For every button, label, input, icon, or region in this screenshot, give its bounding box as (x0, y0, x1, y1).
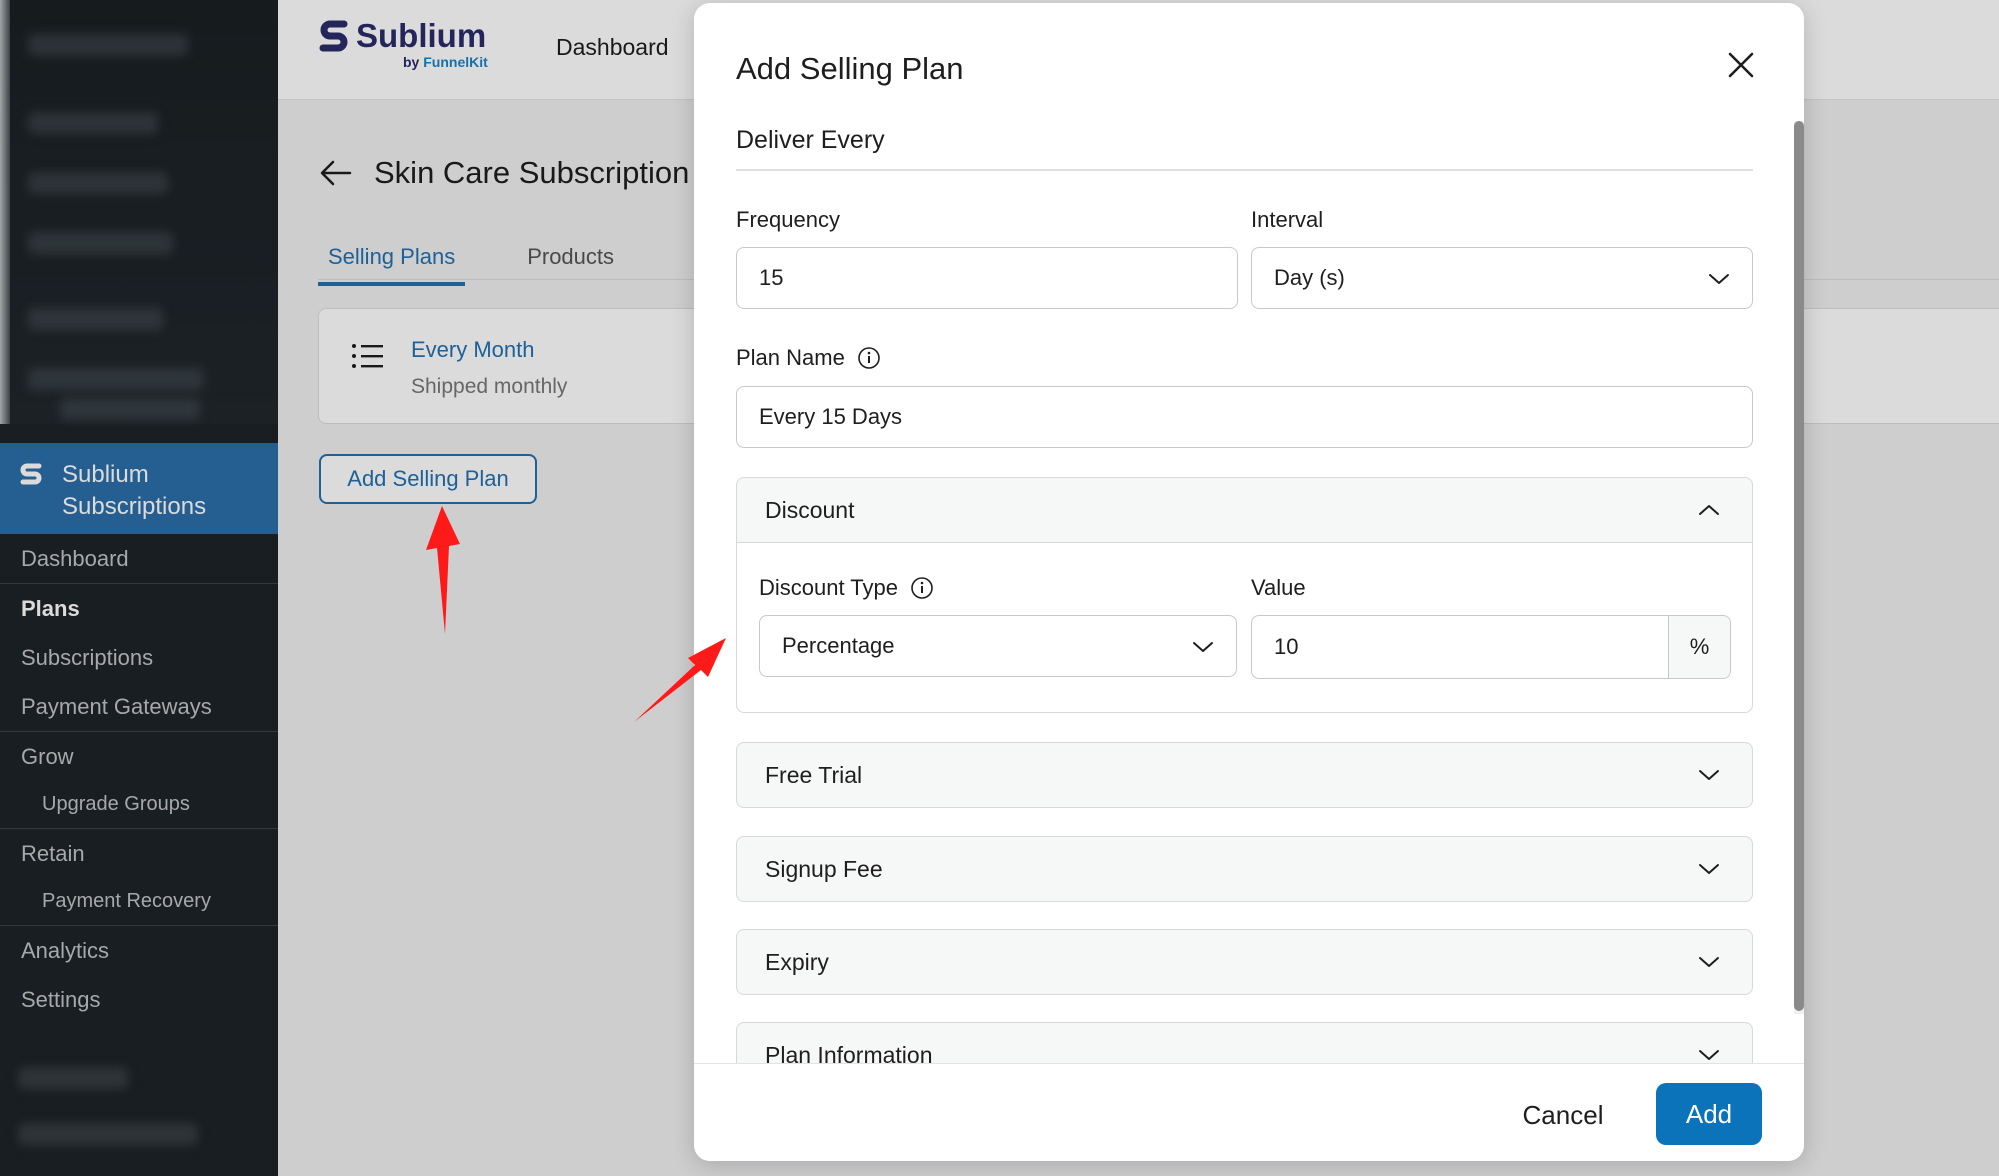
signup-fee-accordion[interactable]: Signup Fee (736, 836, 1753, 902)
free-trial-title: Free Trial (765, 761, 863, 788)
scrollbar-thumb[interactable] (1794, 121, 1804, 1011)
discount-accordion-header[interactable]: Discount (737, 478, 1752, 542)
info-icon[interactable] (910, 576, 934, 600)
modal-footer: Cancel Add (694, 1063, 1804, 1161)
discount-type-value: Percentage (782, 633, 895, 658)
discount-accordion-body: Discount Type Percentage Value % (737, 542, 1752, 712)
chevron-up-icon (1699, 505, 1719, 515)
plan-name-label: Plan Name (736, 345, 881, 371)
chevron-down-icon (1193, 642, 1213, 652)
interval-select[interactable]: Day (s) (1251, 247, 1753, 309)
chevron-down-icon (1699, 770, 1719, 780)
close-button[interactable] (1725, 49, 1757, 81)
chevron-down-icon (1699, 1050, 1719, 1060)
interval-label: Interval (1251, 207, 1324, 232)
close-icon (1728, 52, 1754, 78)
discount-type-label: Discount Type (759, 575, 934, 601)
discount-value-label: Value (1251, 575, 1306, 600)
chevron-down-icon (1699, 864, 1719, 874)
info-icon[interactable] (857, 346, 881, 370)
free-trial-accordion[interactable]: Free Trial (736, 742, 1753, 808)
chevron-down-icon (1709, 274, 1729, 284)
add-button[interactable]: Add (1656, 1083, 1762, 1145)
frequency-label: Frequency (736, 207, 840, 232)
discount-value-group: % (1251, 615, 1731, 679)
signup-fee-title: Signup Fee (765, 855, 883, 882)
expiry-title: Expiry (765, 948, 829, 975)
discount-accordion: Discount Discount Type Percentage Value (736, 477, 1753, 713)
plan-name-input[interactable] (736, 386, 1753, 448)
chevron-down-icon (1699, 957, 1719, 967)
modal-title: Add Selling Plan (736, 51, 964, 86)
frequency-input[interactable] (736, 247, 1238, 309)
percent-suffix: % (1668, 616, 1730, 678)
discount-title: Discount (765, 496, 855, 523)
interval-select-value: Day (s) (1274, 265, 1345, 290)
discount-value-input[interactable] (1252, 616, 1668, 678)
deliver-every-heading: Deliver Every (736, 126, 885, 154)
add-selling-plan-modal: Add Selling Plan Deliver Every Frequency… (694, 3, 1804, 1161)
cancel-button[interactable]: Cancel (1508, 1089, 1618, 1141)
expiry-accordion[interactable]: Expiry (736, 929, 1753, 995)
discount-type-select[interactable]: Percentage (759, 615, 1237, 677)
